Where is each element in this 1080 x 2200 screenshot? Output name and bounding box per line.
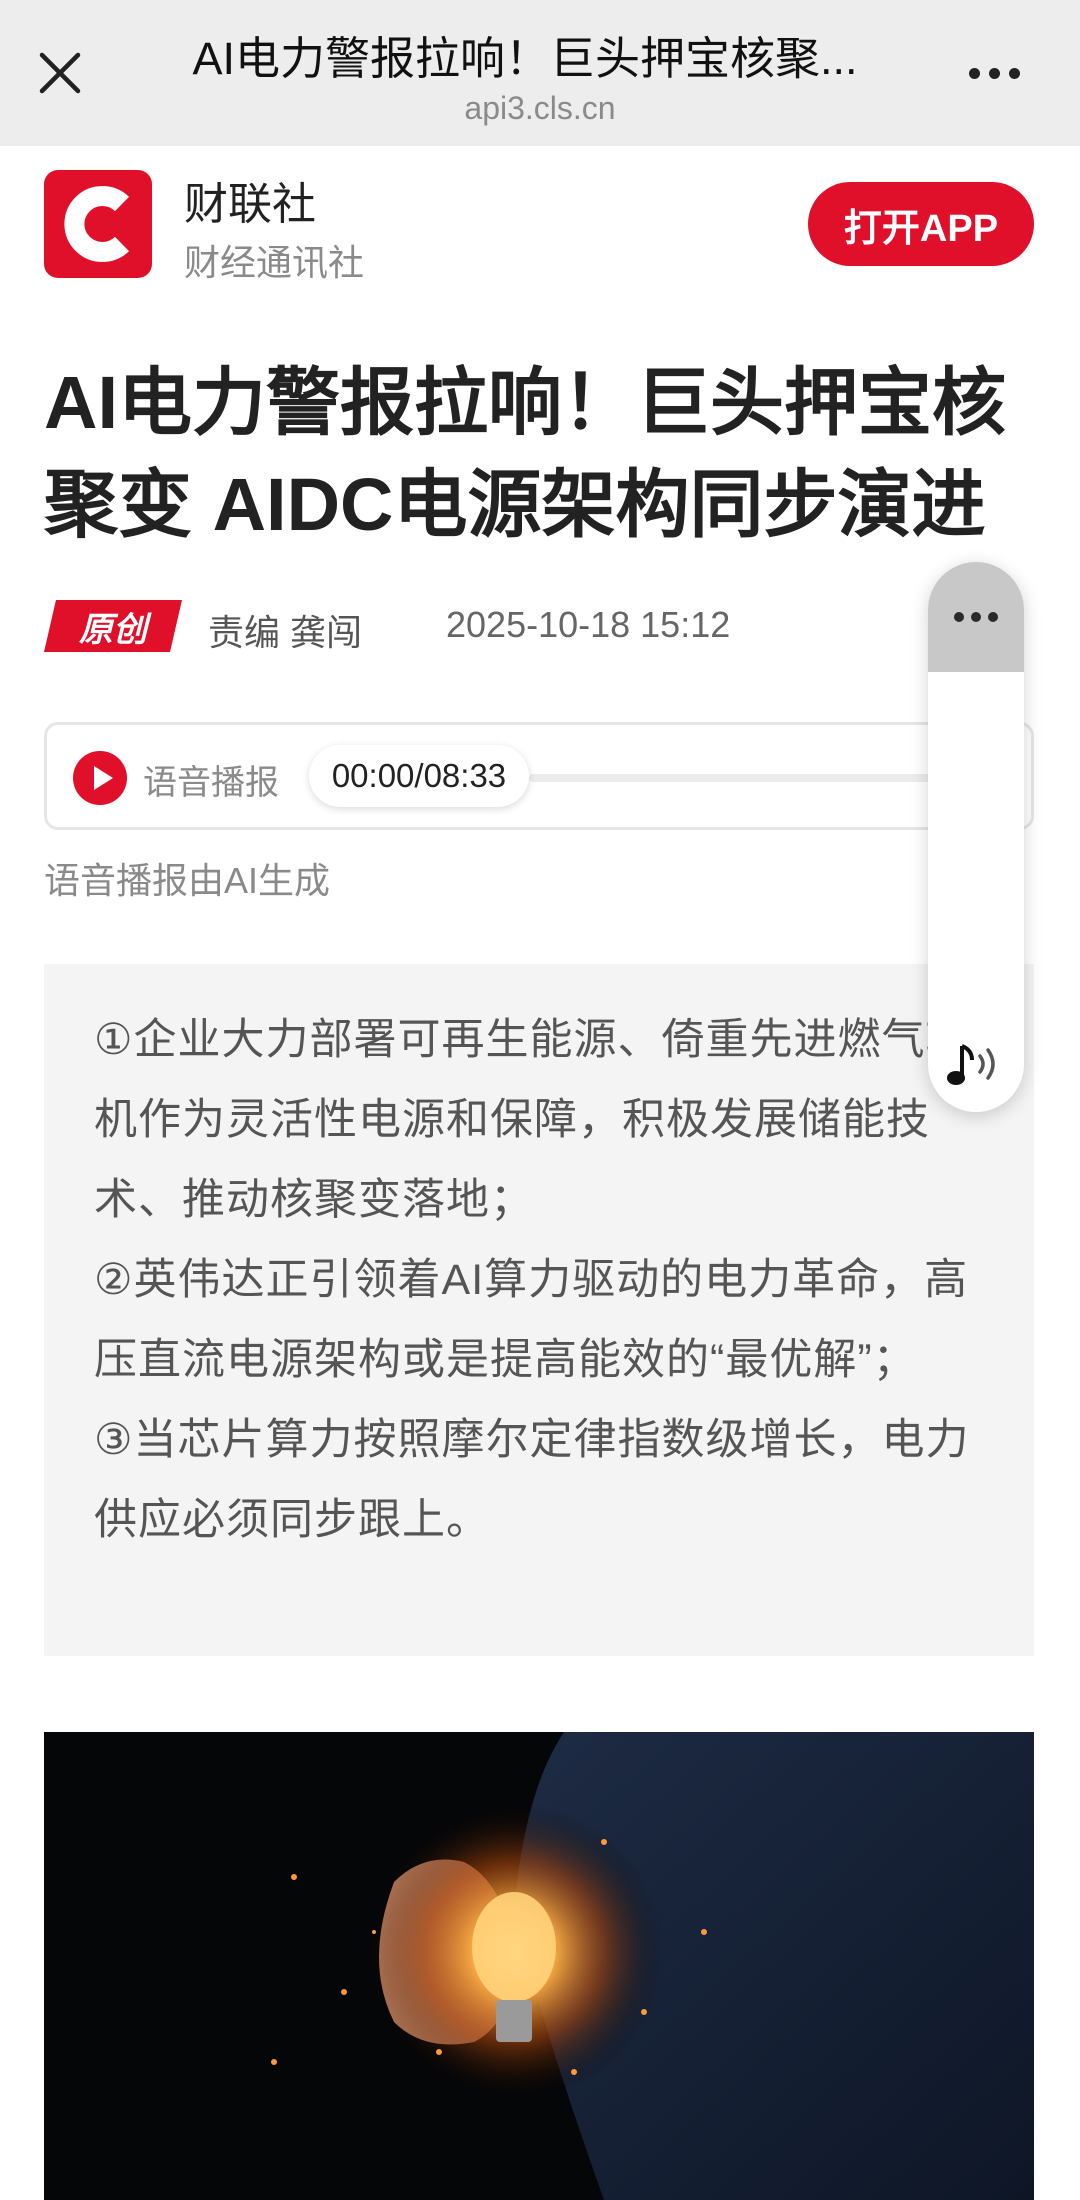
app-logo [44,170,152,278]
play-button[interactable] [73,751,127,805]
summary-item: ③当芯片算力按照摩尔定律指数级增长，电力供应必须同步跟上。 [94,1416,970,1544]
app-subtitle: 财经通讯社 [184,242,365,283]
play-icon [94,766,113,790]
player-time[interactable]: 00:00/08:33 [309,745,529,807]
player-label: 语音播报 [143,764,279,802]
floating-audio-widget[interactable] [928,562,1024,1112]
close-button[interactable] [30,40,90,106]
page-url: api3.cls.cn [464,90,616,126]
original-badge: 原创 [44,600,182,652]
music-speaker-icon[interactable] [946,1038,1008,1094]
more-button[interactable] [958,48,1030,98]
summary-item: ②英伟达正引领着AI算力驱动的电力革命，高压直流电源架构或是提高能效的“最优解”… [94,1256,969,1384]
app-name: 财联社 [184,180,316,229]
float-more-button[interactable] [928,562,1024,672]
close-icon [39,52,81,94]
article-editor: 责编 龚闯 [208,612,363,653]
article-hero-image [44,1732,1034,2200]
browser-topbar: AI电力警报拉响！巨头押宝核聚... api3.cls.cn [0,0,1080,146]
article-summary: ①企业大力部署可再生能源、倚重先进燃气轮机作为灵活性电源和保障，积极发展储能技术… [44,964,1034,1656]
summary-item: ①企业大力部署可再生能源、倚重先进燃气轮机作为灵活性电源和保障，积极发展储能技术… [94,1016,970,1224]
article-headline: AI电力警报拉响！巨头押宝核聚变 AIDC电源架构同步演进 [44,361,1006,546]
ai-generated-note: 语音播报由AI生成 [44,860,331,901]
page-title: AI电力警报拉响！巨头押宝核聚... [192,33,858,84]
audio-player: 语音播报 00:00/08:33 [44,722,1034,830]
more-icon [954,612,964,622]
article-date: 2025-10-18 15:12 [446,604,731,645]
more-icon [968,67,980,79]
progress-track[interactable] [529,774,949,782]
open-app-button[interactable]: 打开APP [808,182,1034,266]
